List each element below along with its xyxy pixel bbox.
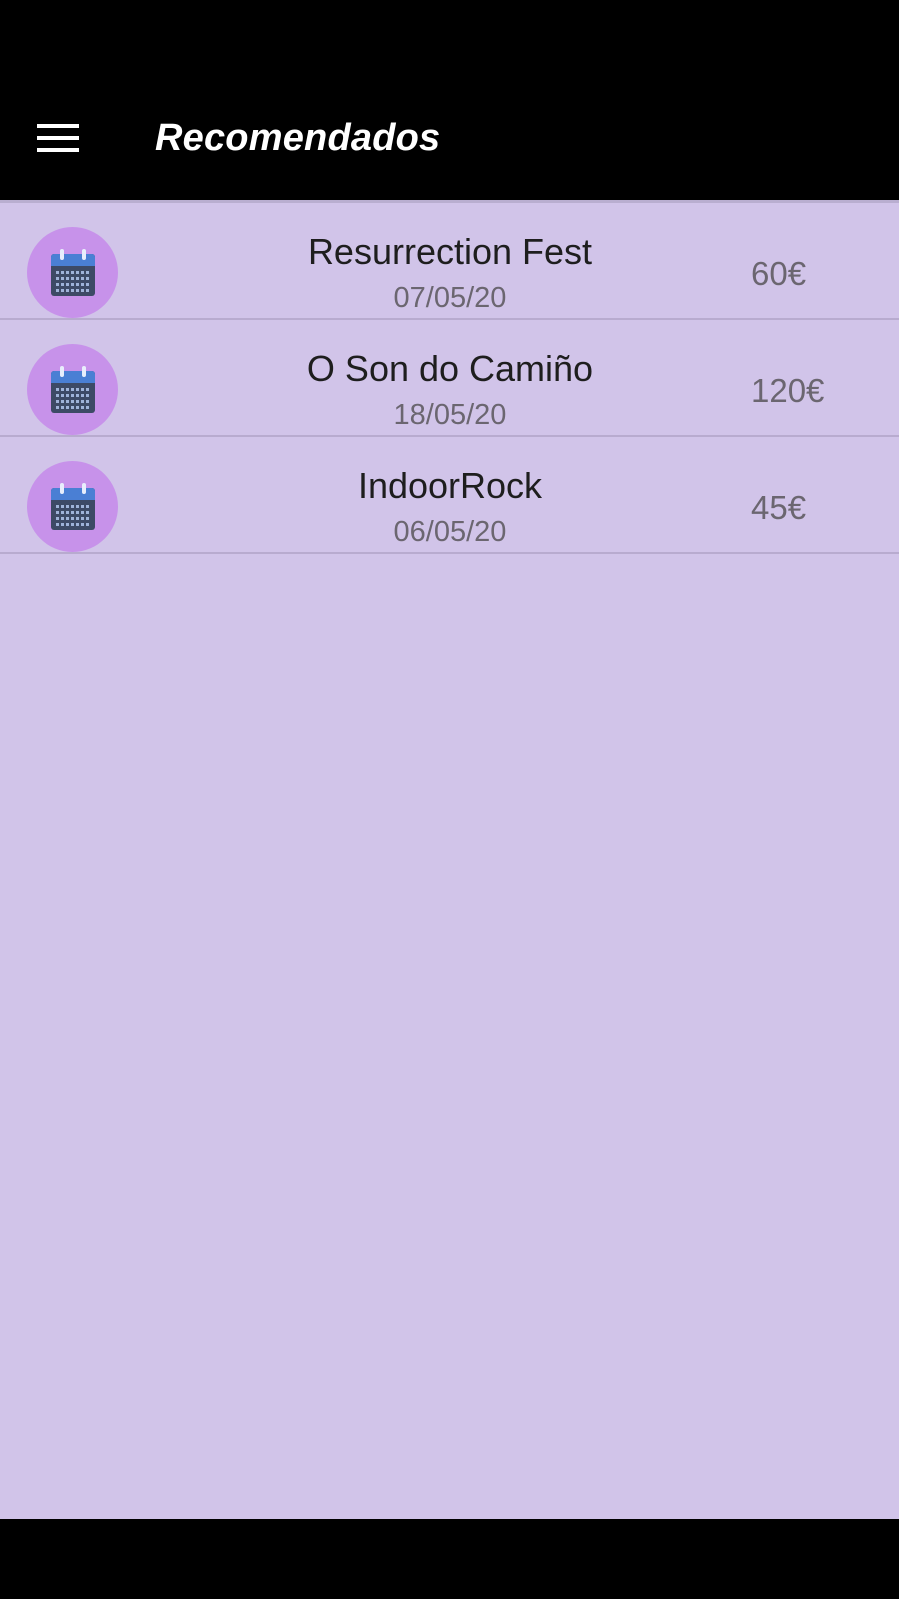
app-bar: Recomendados	[0, 88, 899, 200]
event-price: 45€	[751, 489, 807, 526]
event-price: 60€	[751, 255, 807, 292]
navigation-bar	[0, 1519, 899, 1599]
event-list-item[interactable]: O Son do Camiño 18/05/20 120€	[0, 320, 899, 437]
event-date: 18/05/20	[393, 399, 507, 431]
event-avatar	[27, 227, 118, 318]
event-price: 120€	[751, 372, 825, 409]
calendar-icon	[50, 248, 95, 296]
status-bar	[0, 0, 899, 88]
event-avatar	[27, 344, 118, 435]
menu-button[interactable]	[24, 108, 92, 168]
hamburger-menu-icon	[37, 124, 79, 152]
event-name: IndoorRock	[357, 465, 543, 506]
calendar-icon	[50, 365, 95, 413]
event-list-item[interactable]: IndoorRock 06/05/20 45€	[0, 437, 899, 554]
event-list: Resurrection Fest 07/05/20 60€ O Son do …	[0, 203, 899, 554]
event-date: 06/05/20	[393, 516, 507, 548]
event-name: O Son do Camiño	[306, 348, 594, 389]
event-avatar	[27, 461, 118, 552]
event-list-item[interactable]: Resurrection Fest 07/05/20 60€	[0, 203, 899, 320]
event-date: 07/05/20	[393, 282, 507, 314]
calendar-icon	[50, 482, 95, 530]
page-title: Recomendados	[155, 117, 441, 159]
event-name: Resurrection Fest	[307, 231, 593, 272]
events-content: Resurrection Fest 07/05/20 60€ O Son do …	[0, 200, 899, 1519]
